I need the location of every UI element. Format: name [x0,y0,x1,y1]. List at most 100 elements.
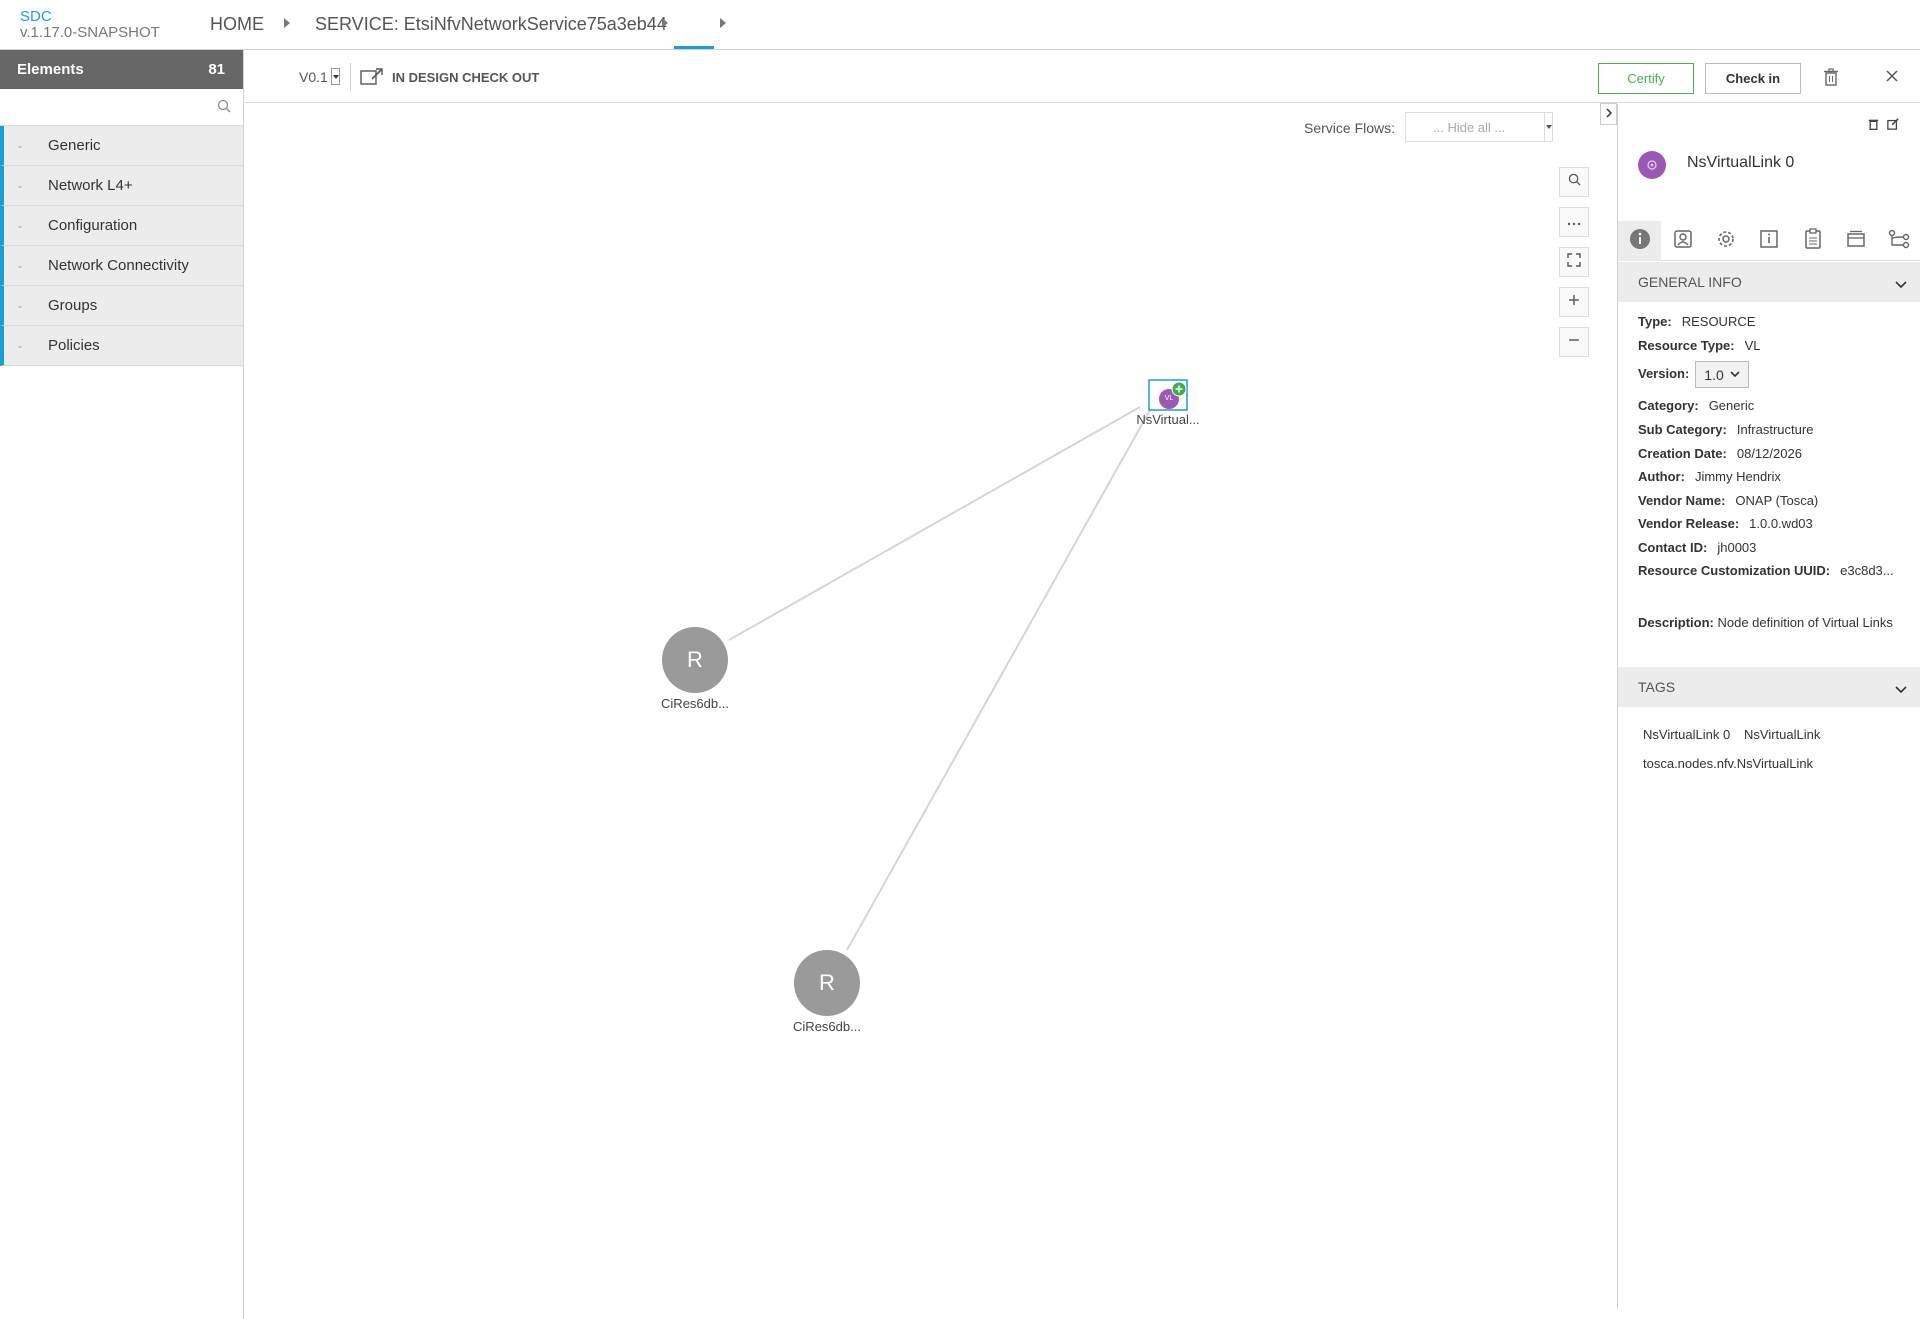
tab-api[interactable] [1791,221,1834,261]
info-resource-type: Resource Type: VL [1638,338,1761,353]
relations-icon [1888,229,1910,254]
palette-title: Elements [17,61,84,78]
palette-category-network-l4[interactable]: - Network L4+ [0,166,243,206]
properties-panel: NsVirtualLink 0 GENERAL INFO Type: RESOUR… [1617,104,1920,1309]
description-label: Description: [1638,615,1714,630]
certify-button[interactable]: Certify [1598,63,1694,94]
palette-header: Elements 81 [0,50,243,89]
brand-name: SDC [20,8,52,25]
trash-icon[interactable] [1823,68,1839,91]
brand[interactable]: SDC v.1.17.0-SNAPSHOT [20,9,160,41]
relation-link[interactable] [846,409,1151,951]
component-title: NsVirtualLink 0 [1687,154,1795,171]
service-flows-select[interactable]: ... Hide all ... [1405,112,1553,142]
palette-category-configuration[interactable]: - Configuration [0,206,243,246]
collapse-icon: - [18,138,22,153]
collapse-panel-button[interactable] [1600,103,1617,125]
trash-icon[interactable] [1868,117,1879,135]
palette-category-groups[interactable]: - Groups [0,286,243,326]
canvas-search-button[interactable] [1559,167,1589,197]
node-label: CiRes6db... [793,1019,861,1034]
palette-search [0,89,243,126]
category-label: Network Connectivity [48,257,189,274]
service-flows-label: Service Flows: [1304,120,1396,136]
description: Description: Node definition of Virtual … [1638,613,1908,632]
palette-category-generic[interactable]: - Generic [0,126,243,166]
palette-search-input[interactable] [0,89,243,125]
elements-palette: Elements 81 - Generic - Network L4+ - Confi… [0,50,244,1319]
app-version: v.1.17.0-SNAPSHOT [20,24,160,41]
workspace-toolbar: V0.1 IN DESIGN CHECK OUT Certify Check i… [245,50,1920,103]
breadcrumb-arrow-icon[interactable] [662,18,668,28]
section-title: TAGS [1638,679,1676,695]
elements-count: 81 [208,61,225,78]
tab-information-artifacts[interactable] [1748,221,1791,261]
version-dropdown[interactable]: 1.0 [1695,361,1749,388]
collapse-icon: - [18,218,22,233]
canvas-more-button[interactable] [1559,207,1589,237]
category-label: Generic [48,137,101,154]
breadcrumb-service[interactable]: SERVICE: EtsiNfvNetworkService75a3eb44 [315,14,667,35]
info-sub-category: Sub Category: Infrastructure [1638,422,1814,437]
composition-canvas[interactable]: VL R R NsVirtual... CiRes6db... CiRes6db… [245,104,1617,1309]
check-in-button[interactable]: Check in [1705,63,1801,94]
properties-icon [1715,228,1737,255]
palette-category-network-connectivity[interactable]: - Network Connectivity [0,246,243,286]
zoom-in-icon [1568,293,1580,311]
chevron-down-icon[interactable] [331,68,340,85]
vl-badge: VL [1164,395,1174,402]
info-customization-uuid: Resource Customization UUID: e3c8d3... [1638,563,1894,578]
zoom-out-icon [1568,333,1580,351]
divider [350,63,351,91]
general-info-header[interactable]: GENERAL INFO [1618,262,1920,302]
collapse-icon: - [18,298,22,313]
info-value: ONAP (Tosca) [1735,493,1819,508]
search-icon[interactable] [217,99,231,118]
info-value: 08/12/2026 [1736,446,1802,461]
tab-relations[interactable] [1878,221,1920,261]
breadcrumb-home[interactable]: HOME [210,14,264,35]
fit-to-screen-button[interactable] [1559,247,1589,277]
tab-general-info[interactable] [1618,221,1662,261]
collapse-icon: - [18,178,22,193]
node-label: CiRes6db... [661,696,729,711]
info-vendor-release: Vendor Release: 1.0.0.wd03 [1638,516,1813,531]
palette-category-policies[interactable]: - Policies [0,326,243,366]
breadcrumb-arrow-icon [284,18,290,28]
category-label: Configuration [48,217,138,234]
version-select[interactable]: V0.1 [299,69,328,85]
tab-composition[interactable] [1834,221,1877,261]
fit-icon [1567,252,1581,272]
tab-deployment-artifacts[interactable] [1661,221,1704,261]
chevron-right-icon [1605,105,1613,123]
info-version: Version: 1.0 [1638,361,1749,388]
info-creation-date: Creation Date: 08/12/2026 [1638,446,1802,461]
tab-properties[interactable] [1705,221,1748,261]
info-category: Category: Generic [1638,398,1755,413]
relation-link[interactable] [728,406,1141,641]
info-type: Type: RESOURCE [1638,314,1756,329]
panel-tabs [1618,221,1920,261]
collapse-icon: - [18,338,22,353]
service-flows-value: ... Hide all ... [1433,119,1506,135]
edit-icon[interactable] [1887,117,1899,135]
breadcrumb-arrow-icon[interactable] [720,18,726,28]
chevron-down-icon [1895,276,1907,292]
zoom-in-button[interactable] [1559,287,1589,317]
checkout-icon [360,68,384,91]
info-contact-id: Contact ID: jh0003 [1638,540,1757,555]
topology-graph [662,379,1188,1016]
section-title: GENERAL INFO [1638,274,1742,290]
category-label: Groups [48,297,98,314]
tag-item: NsVirtualLink [1744,727,1821,742]
zoom-out-button[interactable] [1559,327,1589,357]
information-artifacts-icon [1759,229,1779,254]
collapse-icon: - [18,258,22,273]
chevron-down-icon [1730,371,1740,378]
chevron-down-icon [1544,113,1553,141]
tags-header[interactable]: TAGS [1618,667,1920,707]
info-value: Generic [1708,398,1755,413]
lifecycle-status: IN DESIGN CHECK OUT [392,70,540,85]
close-icon[interactable] [1885,69,1899,88]
avatar [1638,151,1666,179]
